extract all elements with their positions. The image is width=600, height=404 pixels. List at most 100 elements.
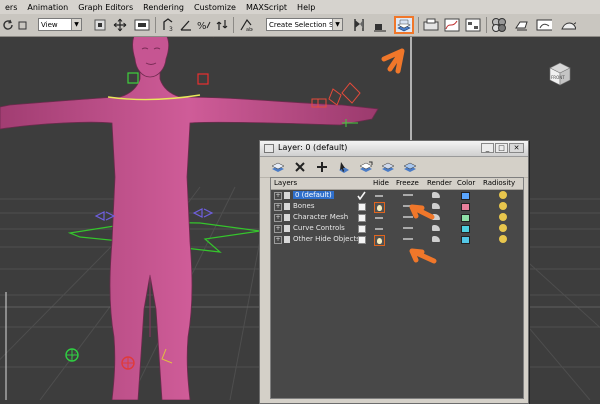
freeze-toggle[interactable]: [403, 194, 413, 196]
layer-manager-window-icon: [264, 144, 274, 153]
control-box-right[interactable]: [197, 73, 209, 85]
radiosity-toggle-icon[interactable]: [499, 235, 507, 243]
toolbar-separator: [155, 17, 156, 33]
material-editor-icon[interactable]: [491, 17, 507, 33]
layer-color-swatch[interactable]: [461, 225, 470, 233]
hide-toggle[interactable]: [374, 235, 385, 246]
active-layer-checkbox[interactable]: [358, 236, 366, 244]
view-cube[interactable]: FRONT: [544, 59, 574, 89]
menu-item-layers[interactable]: ers: [0, 3, 22, 12]
angle-snap-icon[interactable]: [178, 17, 194, 33]
layer-name[interactable]: 0 (default): [293, 191, 334, 199]
maximize-button[interactable]: □: [495, 143, 508, 153]
schematic-view-icon[interactable]: [465, 17, 481, 33]
expand-icon[interactable]: +: [274, 203, 282, 211]
column-header-render[interactable]: Render: [427, 179, 452, 187]
edit-named-selection-icon[interactable]: abc: [238, 17, 254, 33]
layer-row[interactable]: + 0 (default): [271, 190, 523, 201]
select-and-manipulate-icon[interactable]: [112, 17, 128, 33]
radiosity-toggle-icon[interactable]: [499, 213, 507, 221]
dialog-title: Layer: 0 (default): [278, 143, 348, 152]
column-header-freeze[interactable]: Freeze: [396, 179, 419, 187]
menu-item-help[interactable]: Help: [292, 3, 320, 12]
radiosity-toggle-icon[interactable]: [499, 224, 507, 232]
render-setup-icon[interactable]: [514, 17, 530, 33]
freeze-unfreeze-all-layers-icon[interactable]: [402, 160, 418, 174]
menu-item-customize[interactable]: Customize: [189, 3, 241, 12]
layer-icon: [284, 203, 290, 210]
menu-item-rendering[interactable]: Rendering: [138, 3, 189, 12]
named-selection-set-field[interactable]: Create Selection Se ▼: [266, 18, 343, 31]
expand-icon[interactable]: +: [274, 225, 282, 233]
menu-bar: ers Animation Graph Editors Rendering Cu…: [0, 0, 600, 15]
layer-color-swatch[interactable]: [461, 236, 470, 244]
scale-icon[interactable]: [18, 17, 28, 33]
annotation-arrow-toolbar: [381, 48, 405, 74]
layer-row[interactable]: + Curve Controls: [271, 223, 523, 234]
dialog-title-bar[interactable]: Layer: 0 (default) _ □ ✕: [260, 141, 528, 157]
layer-row[interactable]: + Other Hide Objects: [271, 234, 523, 246]
rotate-icon[interactable]: [0, 17, 16, 33]
layer-list-header: Layers Hide Freeze Render Color Radiosit…: [271, 178, 523, 190]
delete-layer-icon[interactable]: [292, 160, 308, 174]
curve-editor-icon[interactable]: [444, 17, 460, 33]
reference-coordinate-dropdown[interactable]: View ▼: [38, 18, 82, 31]
active-layer-checkbox[interactable]: [358, 203, 366, 211]
column-header-color[interactable]: Color: [457, 179, 475, 187]
layer-color-swatch[interactable]: [461, 214, 470, 222]
menu-item-graph-editors[interactable]: Graph Editors: [73, 3, 138, 12]
active-layer-checkmark-icon[interactable]: [357, 191, 366, 200]
highlight-selected-layer-icon[interactable]: [358, 160, 374, 174]
expand-icon[interactable]: +: [274, 214, 282, 222]
layer-row[interactable]: + Character Mesh: [271, 212, 523, 223]
layer-name[interactable]: Other Hide Objects: [293, 235, 360, 243]
layer-name[interactable]: Curve Controls: [293, 224, 345, 232]
layer-name[interactable]: Character Mesh: [293, 213, 348, 221]
layer-manager-button[interactable]: [394, 16, 414, 34]
hand-controls[interactable]: [311, 82, 361, 108]
close-button[interactable]: ✕: [509, 143, 524, 153]
layer-color-swatch[interactable]: [461, 203, 470, 211]
layer-name[interactable]: Bones: [293, 202, 314, 210]
expand-icon[interactable]: +: [274, 236, 282, 244]
active-layer-checkbox[interactable]: [358, 225, 366, 233]
keyboard-shortcut-icon[interactable]: [134, 17, 150, 33]
radiosity-toggle-icon[interactable]: [499, 191, 507, 199]
layer-row[interactable]: + Bones: [271, 201, 523, 213]
add-selected-to-layer-icon[interactable]: [314, 160, 330, 174]
align-icon[interactable]: [372, 17, 388, 33]
graphite-modeling-tools-icon[interactable]: [423, 17, 439, 33]
layers-icon: [397, 19, 411, 31]
menu-item-maxscript[interactable]: MAXScript: [241, 3, 292, 12]
expand-icon[interactable]: +: [274, 192, 282, 200]
pivot-center-icon[interactable]: [92, 17, 108, 33]
hide-toggle[interactable]: [374, 213, 383, 222]
named-selection-set-placeholder: Create Selection Se: [269, 21, 338, 29]
radiosity-toggle-icon[interactable]: [499, 202, 507, 210]
mirror-icon[interactable]: [351, 17, 367, 33]
render-toggle-icon[interactable]: [432, 192, 440, 198]
spinner-snap-icon[interactable]: [214, 17, 230, 33]
layer-color-swatch[interactable]: [461, 192, 470, 200]
select-objects-in-layer-icon[interactable]: [336, 160, 352, 174]
hide-toggle[interactable]: [374, 224, 383, 233]
annotation-arrows: [409, 204, 437, 264]
percent-snap-icon[interactable]: %: [196, 17, 212, 33]
menu-item-animation[interactable]: Animation: [22, 3, 73, 12]
create-new-layer-icon[interactable]: [270, 160, 286, 174]
rendered-frame-window-icon[interactable]: [536, 17, 552, 33]
svg-text:3: 3: [169, 26, 173, 32]
render-production-icon[interactable]: [560, 17, 576, 33]
lightbulb-icon: [377, 204, 382, 211]
minimize-button[interactable]: _: [481, 143, 494, 153]
control-box-left[interactable]: [127, 72, 139, 84]
active-layer-checkbox[interactable]: [358, 214, 366, 222]
hide-unhide-all-layers-icon[interactable]: [380, 160, 396, 174]
chevron-down-icon: ▼: [332, 19, 342, 30]
column-header-layers[interactable]: Layers: [274, 179, 297, 187]
snap-toggle-icon[interactable]: 3: [160, 17, 176, 33]
column-header-hide[interactable]: Hide: [373, 179, 389, 187]
hide-toggle[interactable]: [374, 191, 383, 200]
view-cube-label: FRONT: [551, 75, 565, 80]
column-header-radiosity[interactable]: Radiosity: [483, 179, 515, 187]
